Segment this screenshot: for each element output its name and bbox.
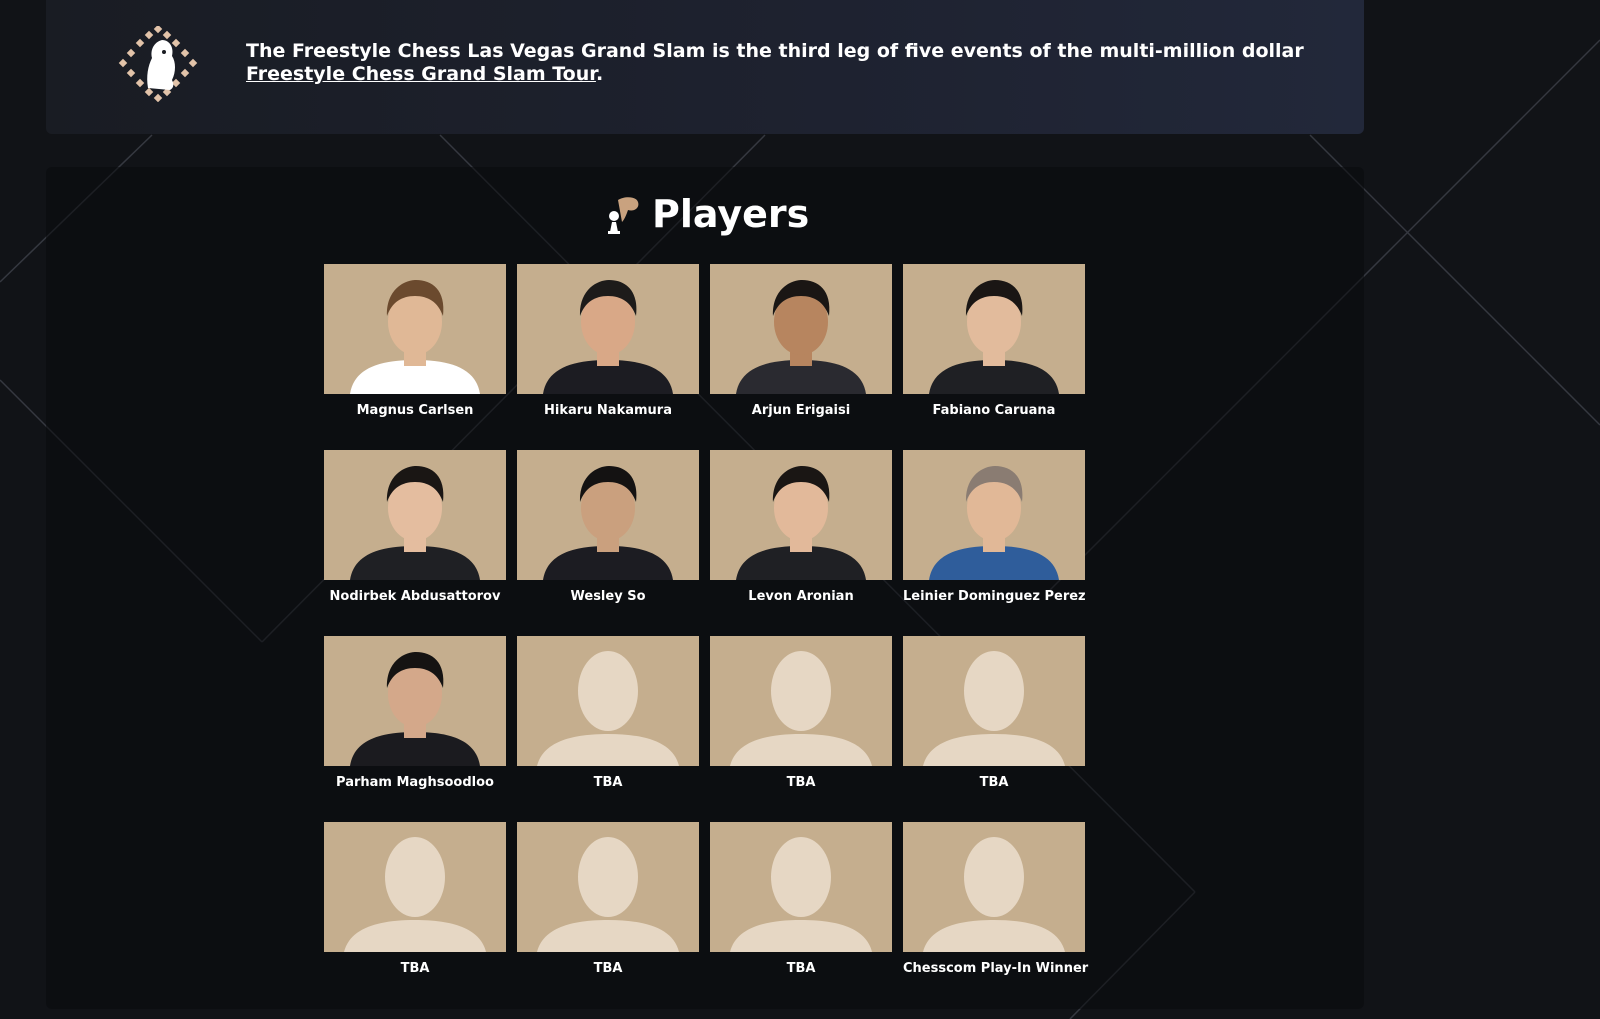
player-card[interactable]: TBA [710, 822, 892, 997]
avatar-icon [929, 466, 1059, 580]
player-name: TBA [400, 961, 430, 976]
player-placeholder-photo [710, 822, 892, 952]
player-card[interactable]: TBA [903, 636, 1085, 811]
avatar-icon [543, 466, 673, 580]
player-card[interactable]: Levon Aronian [710, 450, 892, 625]
player-card[interactable]: Nodirbek Abdusattorov [324, 450, 506, 625]
player-photo [517, 264, 699, 394]
banner-text: The Freestyle Chess Las Vegas Grand Slam… [246, 40, 1304, 62]
player-placeholder-photo [903, 822, 1085, 952]
player-name: Leinier Dominguez Perez [903, 589, 1086, 604]
player-name: Nodirbek Abdusattorov [329, 589, 501, 604]
player-card[interactable]: Parham Maghsoodloo [324, 636, 506, 811]
player-card[interactable]: TBA [710, 636, 892, 811]
player-name: Parham Maghsoodloo [336, 775, 494, 790]
silhouette-icon [537, 651, 679, 766]
section-title: Players [652, 192, 810, 236]
player-photo [710, 450, 892, 580]
avatar-icon [350, 280, 480, 394]
player-name: TBA [593, 775, 623, 790]
player-photo [324, 636, 506, 766]
silhouette-icon [730, 651, 872, 766]
player-card[interactable]: TBA [517, 822, 699, 997]
grand-slam-tour-link[interactable]: Freestyle Chess Grand Slam Tour [246, 63, 596, 85]
avatar-icon [350, 466, 480, 580]
avatar-icon [929, 280, 1059, 394]
player-photo [710, 264, 892, 394]
player-name: Wesley So [570, 589, 646, 604]
silhouette-icon [344, 837, 486, 952]
silhouette-icon [923, 651, 1065, 766]
banner-text-end: . [595, 63, 604, 85]
tour-banner: The Freestyle Chess Las Vegas Grand Slam… [46, 0, 1364, 134]
freestyle-chess-logo [118, 26, 198, 102]
player-photo [324, 450, 506, 580]
player-name: Arjun Erigaisi [751, 403, 851, 418]
player-placeholder-photo [903, 636, 1085, 766]
player-placeholder-photo [324, 822, 506, 952]
player-card[interactable]: Leinier Dominguez Perez [903, 450, 1086, 625]
player-placeholder-photo [710, 636, 892, 766]
player-name: Chesscom Play-In Winner [903, 961, 1089, 976]
player-name: TBA [593, 961, 623, 976]
player-card[interactable]: TBA [517, 636, 699, 811]
player-placeholder-photo [517, 636, 699, 766]
player-card[interactable]: Magnus Carlsen [324, 264, 506, 439]
players-heading: Players [600, 186, 809, 242]
player-name: TBA [979, 775, 1009, 790]
silhouette-icon [923, 837, 1065, 952]
player-card[interactable]: Fabiano Caruana [903, 264, 1085, 439]
avatar-icon [350, 652, 480, 766]
players-grid: Magnus Carlsen Hikaru Nakamura Arjun Eriga… [324, 264, 1089, 997]
player-photo [324, 264, 506, 394]
player-name: Magnus Carlsen [356, 403, 474, 418]
player-name: Hikaru Nakamura [543, 403, 672, 418]
player-card[interactable]: Arjun Erigaisi [710, 264, 892, 439]
player-card[interactable]: Chesscom Play-In Winner [903, 822, 1089, 997]
banner-description: The Freestyle Chess Las Vegas Grand Slam… [246, 40, 1376, 86]
player-name: TBA [786, 961, 816, 976]
avatar-icon [543, 280, 673, 394]
pawn-icon [608, 197, 639, 234]
player-placeholder-photo [517, 822, 699, 952]
player-card[interactable]: Wesley So [517, 450, 699, 625]
silhouette-icon [730, 837, 872, 952]
player-photo [903, 450, 1085, 580]
player-name: Fabiano Caruana [932, 403, 1056, 418]
player-card[interactable]: TBA [324, 822, 506, 997]
player-name: TBA [786, 775, 816, 790]
player-photo [903, 264, 1085, 394]
avatar-icon [736, 466, 866, 580]
avatar-icon [736, 280, 866, 394]
silhouette-icon [537, 837, 679, 952]
player-name: Levon Aronian [748, 589, 854, 604]
player-photo [517, 450, 699, 580]
player-card[interactable]: Hikaru Nakamura [517, 264, 699, 439]
